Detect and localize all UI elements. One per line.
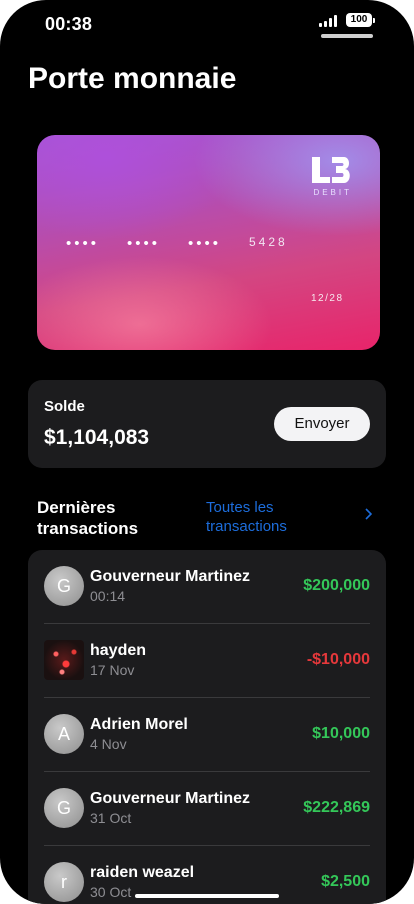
debit-card[interactable]: DEBIT •••• •••• •••• 5428 12/28 — [37, 135, 380, 350]
card-last4: 5428 — [249, 235, 288, 249]
card-expiry: 12/28 — [311, 293, 344, 304]
transaction-name: Adrien Morel — [90, 716, 188, 733]
transaction-amount: $2,500 — [321, 873, 370, 890]
status-time: 00:38 — [45, 14, 93, 34]
card-masked-group: •••• — [127, 235, 161, 252]
grabber-handle[interactable] — [321, 34, 373, 38]
transactions-list: G Gouverneur Martinez 00:14 $200,000 hay… — [28, 550, 386, 904]
balance-amount: $1,104,083 — [44, 426, 150, 449]
card-logo-icon — [312, 157, 350, 183]
transaction-name: Gouverneur Martinez — [90, 568, 251, 585]
transaction-amount: -$10,000 — [306, 651, 370, 668]
balance-label: Solde — [44, 398, 85, 415]
transaction-name: raiden weazel — [90, 864, 195, 881]
avatar: r — [44, 862, 84, 902]
transaction-row[interactable]: G Gouverneur Martinez 31 Oct $222,869 — [28, 772, 386, 846]
transaction-row[interactable]: G Gouverneur Martinez 00:14 $200,000 — [28, 550, 386, 624]
card-masked-group: •••• — [66, 235, 100, 252]
transaction-amount: $222,869 — [303, 799, 370, 816]
battery-icon: 100 — [346, 13, 372, 27]
signal-icon — [319, 15, 339, 27]
home-indicator[interactable] — [135, 894, 279, 898]
transactions-section-title: Dernières transactions — [37, 498, 139, 538]
send-button[interactable]: Envoyer — [274, 407, 370, 441]
all-transactions-link[interactable]: Toutes les transactions — [206, 498, 326, 536]
card-brand-subtitle: DEBIT — [313, 188, 352, 197]
transaction-row[interactable]: hayden 17 Nov -$10,000 — [28, 624, 386, 698]
transaction-date: 4 Nov — [90, 736, 127, 752]
battery-tip — [373, 18, 375, 23]
transaction-row[interactable]: A Adrien Morel 4 Nov $10,000 — [28, 698, 386, 772]
transaction-date: 31 Oct — [90, 810, 132, 826]
avatar: G — [44, 788, 84, 828]
transaction-name: hayden — [90, 642, 147, 659]
chevron-right-icon[interactable] — [364, 508, 372, 520]
transaction-date: 30 Oct — [90, 884, 132, 900]
transaction-date: 17 Nov — [90, 662, 135, 678]
transaction-amount: $200,000 — [303, 577, 370, 594]
avatar: G — [44, 566, 84, 606]
balance-panel: Solde $1,104,083 Envoyer — [28, 380, 386, 468]
avatar: A — [44, 714, 84, 754]
transaction-amount: $10,000 — [312, 725, 370, 742]
card-masked-group: •••• — [188, 235, 222, 252]
transaction-name: Gouverneur Martinez — [90, 790, 251, 807]
transaction-date: 00:14 — [90, 588, 126, 604]
page-title: Porte monnaie — [28, 62, 237, 95]
phone-screen: 00:38 100 Porte monnaie DEBIT •••• •••• … — [0, 0, 414, 904]
avatar-image — [44, 640, 84, 680]
